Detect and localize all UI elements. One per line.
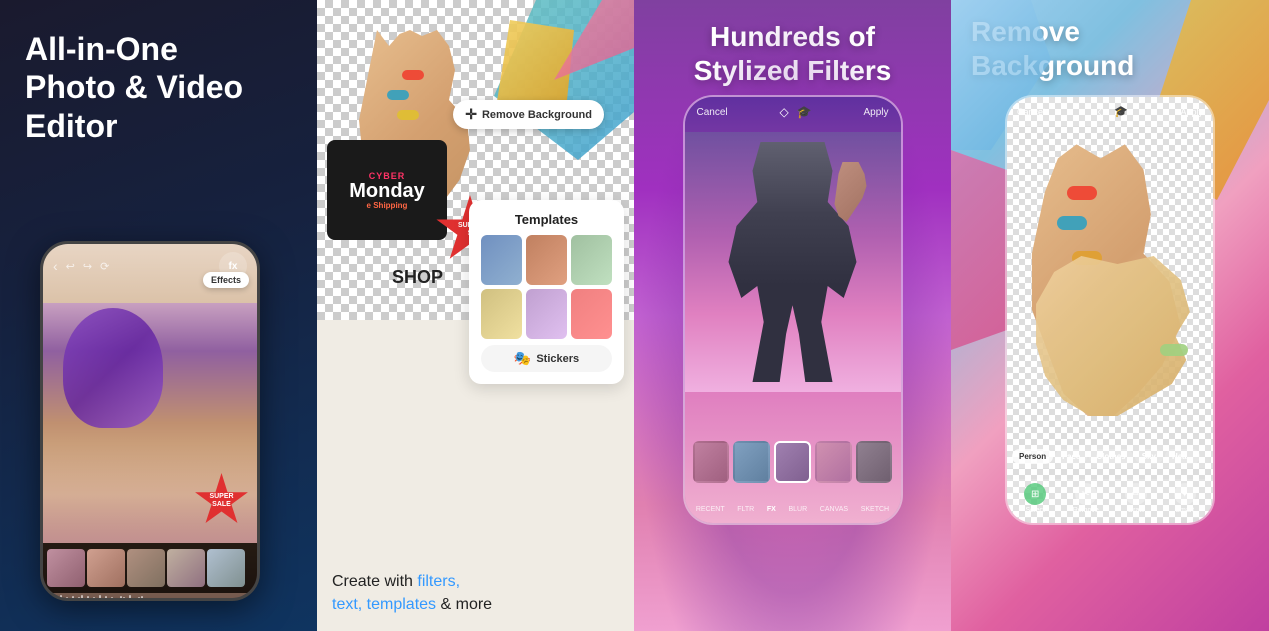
template-thumb-5 (526, 289, 567, 339)
phone-top-bar-4: Cancel ◇ 🎓 Apply (1007, 97, 1213, 126)
panel-3: Hundreds of Stylized Filters Cancel ◇ 🎓 … (634, 0, 951, 631)
monday-label: Monday (349, 181, 425, 201)
category-face: Face (1055, 449, 1087, 464)
panel-4: Remove Background Cancel ◇ 🎓 Apply (951, 0, 1269, 631)
draw-icon: ✏ (1125, 483, 1147, 505)
ring-green (1160, 344, 1188, 356)
diamond-icon-4: ◇ (1098, 105, 1106, 118)
template-thumb-3 (571, 235, 612, 285)
action-remove: ✂ Remove (1073, 483, 1099, 514)
smart-icon: ✦ (1174, 483, 1196, 505)
filter-tab-fx: FX (767, 506, 776, 513)
panel-2-bottom-text: Create with filters,text, templates & mo… (332, 571, 492, 616)
remove-icon: ✂ (1075, 483, 1097, 505)
panel-1-title: All-in-One Photo & Video Editor (25, 30, 243, 145)
top-icons-4: ◇ 🎓 (1098, 105, 1128, 118)
category-clothes: Clothes (1089, 449, 1132, 464)
apply-btn-4: Apply (1180, 107, 1203, 117)
phone-frame-4: Cancel ◇ 🎓 Apply (1005, 95, 1215, 525)
cursor-icon: ✛ (465, 106, 477, 123)
category-person: Person (1012, 449, 1053, 464)
stickers-icon: 🎭 (514, 350, 531, 367)
ring-blue (1057, 216, 1087, 230)
effects-label: Effects (203, 272, 249, 288)
phone-top-bar-3: Cancel ◇ 🎓 Apply (685, 97, 901, 127)
templates-title: Templates (481, 212, 612, 227)
stickers-label: Stickers (536, 353, 579, 365)
filter-tab-fltr: FLTR (737, 506, 754, 513)
stickers-chip: 🎭 Stickers (481, 345, 612, 372)
template-thumb-4 (481, 289, 522, 339)
filter-thumb-4 (815, 441, 852, 483)
second-hand (1027, 256, 1208, 416)
category-bar-4: Person Face Clothes Sky Hea... (1007, 445, 1213, 468)
remove-bg-chip: ✛ Remove Background (453, 100, 604, 129)
hat-icon-4: 🎓 (1114, 105, 1128, 118)
templates-card: Templates 🎭 Stickers (469, 200, 624, 384)
filter-tab-recent: RECENT (696, 506, 725, 513)
hat-icon: 🎓 (797, 105, 812, 119)
panel-1: All-in-One Photo & Video Editor ‹ ↩ ↪ ⟳ … (0, 0, 317, 631)
diamond-icon: ◇ (779, 105, 788, 119)
category-sky: Sky (1135, 449, 1163, 464)
apply-btn-3: Apply (863, 107, 888, 118)
cyber-label: CYBER (369, 171, 406, 181)
filter-tab-blur: BLUR (788, 506, 807, 513)
panel-2: ✛ Remove Background CYBER Monday e Shipp… (317, 0, 634, 631)
action-smart: ✦ Smart (1174, 483, 1196, 514)
category-hea: Hea... (1165, 449, 1200, 464)
filter-nav-3: RECENT FLTR FX BLUR CANVAS SKETCH (685, 506, 901, 513)
filter-thumbs-3 (685, 441, 901, 483)
filter-thumb-1 (693, 441, 730, 483)
phone-mockup-1: ‹ ↩ ↪ ⟳ fx Effects (40, 241, 260, 601)
select-icon: ⊞ (1024, 483, 1046, 505)
cyber-monday-card: CYBER Monday e Shipping (327, 140, 447, 240)
template-thumb-2 (526, 235, 567, 285)
timeline-strip (43, 543, 257, 593)
filter-thumb-2 (733, 441, 770, 483)
template-thumb-1 (481, 235, 522, 285)
highlight-text: filters,text, templates (332, 573, 460, 612)
templates-grid (481, 235, 612, 339)
phone-frame-3: Cancel ◇ 🎓 Apply (683, 95, 903, 525)
ring-red (1067, 186, 1097, 200)
action-select: ⊞ Select (1024, 483, 1046, 514)
top-icons-3: ◇ 🎓 (779, 105, 811, 119)
shop-text: SHOP (392, 267, 443, 288)
template-thumb-6 (571, 289, 612, 339)
cancel-btn-3: Cancel (697, 107, 728, 118)
cancel-btn-4: Cancel (1017, 107, 1045, 117)
action-draw: ✏ Draw (1125, 483, 1147, 514)
filter-thumb-3-active (774, 441, 811, 483)
filter-thumb-5 (856, 441, 893, 483)
filter-tab-sketch: SKETCH (861, 506, 889, 513)
shipping-label: e Shipping (367, 201, 408, 210)
filter-tab-canvas: CANVAS (820, 506, 848, 513)
audio-wave (47, 593, 253, 598)
action-bar-4: ⊞ Select ✂ Remove ✏ Draw ✦ Smart (1007, 479, 1213, 518)
